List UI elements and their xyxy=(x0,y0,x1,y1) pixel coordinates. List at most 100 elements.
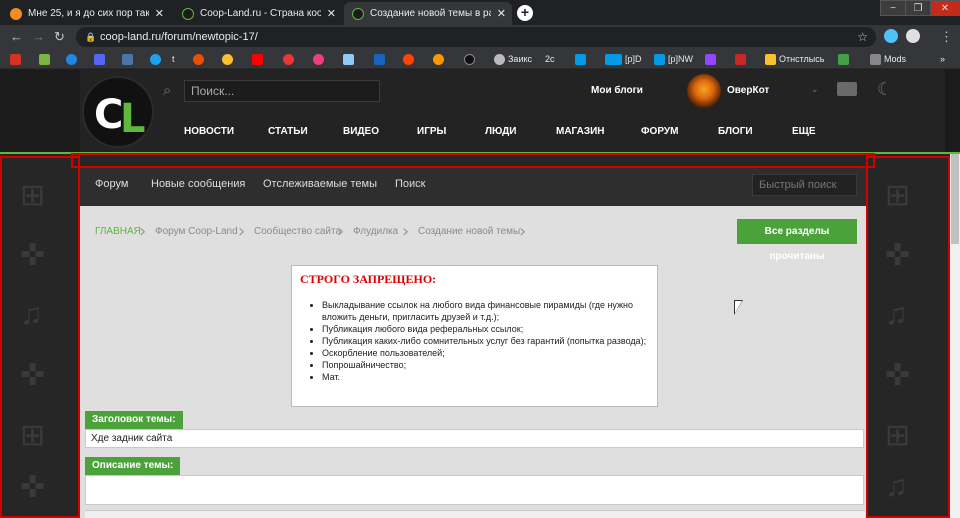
bookmark-pd[interactable]: [p]D xyxy=(611,52,642,66)
rule-item: Оскорбление пользователей; xyxy=(322,347,649,359)
bookmark-item[interactable] xyxy=(66,52,80,66)
browser-tab-1[interactable]: Мне 25, и я до сих пор так дела ✕ xyxy=(2,2,170,25)
vk-icon xyxy=(122,53,133,65)
nav-games[interactable]: ИГРЫ xyxy=(417,126,446,137)
bookmark-item[interactable] xyxy=(94,52,108,66)
moon-icon[interactable]: ☾ xyxy=(877,79,893,100)
bookmark-icon xyxy=(735,53,746,65)
breadcrumb-separator-icon: › xyxy=(139,221,147,242)
bookmark-item[interactable] xyxy=(374,52,388,66)
topic-description-label: Описание темы: xyxy=(85,457,181,475)
annotation-frame-header-strip xyxy=(71,153,875,168)
extension-icon[interactable] xyxy=(884,29,898,43)
browser-tab-3-active[interactable]: Создание новой темы в раздел ✕ xyxy=(344,2,512,25)
bookmark-t[interactable]: t xyxy=(172,52,175,66)
more-bookmarks-icon[interactable]: » xyxy=(940,52,945,66)
bookmark-item[interactable] xyxy=(464,52,478,66)
bookmark-icon xyxy=(654,53,665,65)
nav-people[interactable]: ЛЮДИ xyxy=(485,126,516,137)
site-search-input[interactable]: Поиск... xyxy=(184,80,380,102)
extension-icon[interactable] xyxy=(906,29,920,43)
forum-nav-watched[interactable]: Отслеживаемые темы xyxy=(263,178,377,190)
bookmark-item[interactable] xyxy=(150,52,164,66)
bookmark-item[interactable] xyxy=(343,52,357,66)
forward-arrow-icon[interactable]: → xyxy=(32,29,45,45)
bookmark-icon xyxy=(66,53,77,65)
breadcrumb-flood[interactable]: Флудилка xyxy=(353,226,398,237)
bookmark-item[interactable] xyxy=(252,52,266,66)
quick-search-input[interactable]: Быстрый поиск xyxy=(752,174,857,196)
forum-nav-new-posts[interactable]: Новые сообщения xyxy=(151,178,245,190)
bookmark-pnw[interactable]: [p]NW xyxy=(654,52,693,66)
close-tab-icon[interactable]: ✕ xyxy=(155,7,164,20)
bookmark-item[interactable] xyxy=(705,52,719,66)
rule-item: Публикация любого вида реферальных ссыло… xyxy=(322,323,649,335)
reload-icon[interactable]: ↻ xyxy=(54,29,65,45)
topic-description-textarea[interactable] xyxy=(85,475,864,505)
new-tab-button[interactable]: + xyxy=(517,5,533,21)
mail-icon[interactable] xyxy=(837,82,857,96)
bookmark-mail[interactable] xyxy=(10,52,24,66)
bookmark-item[interactable] xyxy=(222,52,236,66)
bookmark-item[interactable] xyxy=(403,52,417,66)
bookmark-2c[interactable]: 2c xyxy=(545,52,555,66)
close-window-button[interactable]: ✕ xyxy=(930,0,960,16)
bookmark-mods[interactable]: Mods xyxy=(870,52,906,66)
reddit-icon xyxy=(403,53,414,65)
chevron-down-icon[interactable]: ⌄ xyxy=(811,84,819,95)
bookmark-zaiks[interactable]: Заикс xyxy=(494,52,532,66)
nav-articles[interactable]: СТАТЬИ xyxy=(268,126,308,137)
nav-news[interactable]: НОВОСТИ xyxy=(184,126,234,137)
breadcrumb-community[interactable]: Сообщество сайта xyxy=(254,226,341,237)
username-link[interactable]: ОверКот xyxy=(727,85,769,96)
nav-shop[interactable]: МАГАЗИН xyxy=(556,126,605,137)
close-tab-icon[interactable]: ✕ xyxy=(327,7,336,20)
rules-list: Выкладывание ссылок на любого вида финан… xyxy=(300,299,649,383)
back-arrow-icon[interactable]: ← xyxy=(10,29,23,45)
logo-l-glyph: L xyxy=(120,96,146,142)
topic-title-input[interactable]: Хде задник сайта xyxy=(85,429,864,448)
bookmark-icon xyxy=(575,53,586,65)
nav-more[interactable]: ЕЩЕ xyxy=(792,126,816,137)
bookmark-item[interactable] xyxy=(433,52,447,66)
menu-icon[interactable]: ⋮ xyxy=(940,29,953,45)
nav-forum[interactable]: ФОРУМ xyxy=(641,126,678,137)
rules-notice: СТРОГО ЗАПРЕЩЕНО: Выкладывание ссылок на… xyxy=(291,265,658,407)
bookmark-item[interactable] xyxy=(735,52,749,66)
mouse-cursor-icon xyxy=(735,301,742,313)
breadcrumb-home[interactable]: ГЛАВНАЯ xyxy=(95,226,141,237)
search-icon[interactable]: ⌕ xyxy=(163,82,171,99)
minimize-button[interactable]: − xyxy=(880,0,906,16)
scrollbar-thumb[interactable] xyxy=(951,154,959,244)
bookmark-star-icon[interactable]: ☆ xyxy=(857,27,868,47)
twitch-icon xyxy=(705,53,716,65)
drive-icon xyxy=(838,53,849,65)
bookmark-item[interactable] xyxy=(193,52,207,66)
breadcrumb-forum[interactable]: Форум Coop-Land xyxy=(155,226,238,237)
breadcrumb-separator-icon: › xyxy=(402,221,410,242)
bookmark-item[interactable] xyxy=(39,52,53,66)
forum-nav-search[interactable]: Поиск xyxy=(395,178,425,190)
bookmark-icon xyxy=(343,53,354,65)
url-field[interactable]: 🔒 coop-land.ru/forum/newtopic-17/ ☆ xyxy=(76,27,876,47)
rule-item: Публикация каких-либо сомнительных услуг… xyxy=(322,335,649,347)
browser-tab-2[interactable]: Coop-Land.ru - Страна коопера ✕ xyxy=(174,2,342,25)
nav-video[interactable]: ВИДЕО xyxy=(343,126,379,137)
restore-button[interactable]: ❐ xyxy=(905,0,931,16)
my-blogs-link[interactable]: Мои блоги xyxy=(591,85,643,96)
bookmark-item[interactable] xyxy=(313,52,327,66)
bookmark-item[interactable] xyxy=(122,52,136,66)
forum-nav-forum[interactable]: Форум xyxy=(95,178,128,190)
youtube-icon xyxy=(252,53,263,65)
close-tab-icon[interactable]: ✕ xyxy=(497,7,506,20)
bookmark-item[interactable] xyxy=(575,52,589,66)
nav-blogs[interactable]: БЛОГИ xyxy=(718,126,753,137)
mark-all-read-button[interactable]: Все разделы прочитаны xyxy=(737,219,857,262)
annotation-frame-left-margin xyxy=(0,156,80,518)
logo-c-glyph: C xyxy=(94,92,124,138)
bookmark-folder[interactable]: Отнстлысь xyxy=(765,52,824,66)
bookmark-item[interactable] xyxy=(283,52,297,66)
avatar[interactable] xyxy=(687,74,721,108)
coopland-logo[interactable]: C L xyxy=(82,76,154,148)
bookmark-item[interactable] xyxy=(838,52,852,66)
